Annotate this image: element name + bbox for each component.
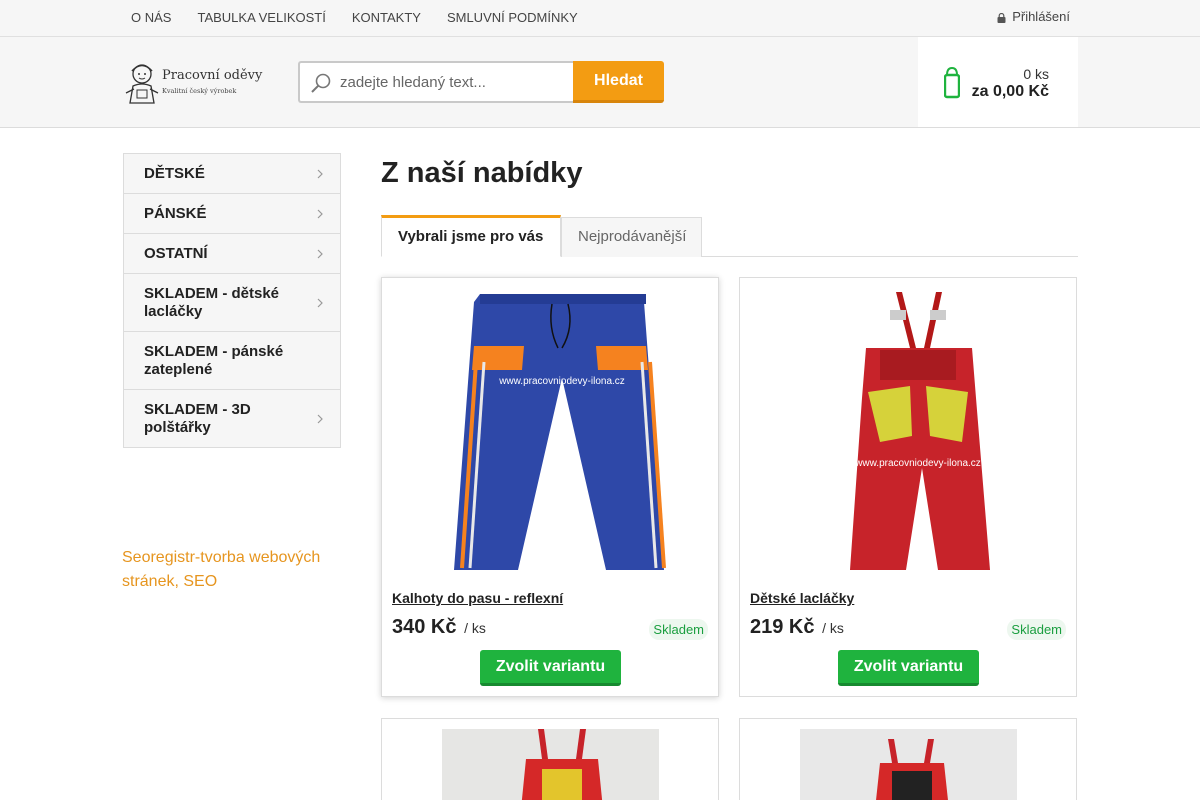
sidebar-item-label: SKLADEM - pánské zateplené (144, 343, 284, 378)
cart-widget[interactable]: 0 ks za 0,00 Kč (918, 37, 1078, 127)
cart-total: za 0,00 Kč (971, 83, 1049, 100)
login-label: Přihlášení (1012, 9, 1070, 24)
product-image-overalls-dark[interactable] (800, 729, 1017, 800)
page-title: Z naší nabídky (381, 157, 583, 189)
sidebar-item-ostatni[interactable]: OSTATNÍ (124, 234, 340, 274)
sidebar-item-label: SKLADEM - 3D polštářky (144, 401, 251, 436)
sidebar-item-skladem-panske-zateplene[interactable]: SKLADEM - pánské zateplené (124, 332, 340, 390)
stock-badge: Skladem (1007, 619, 1066, 640)
product-image-work-trousers[interactable]: www.pracovniodevy-ilona.cz (392, 288, 708, 580)
top-navigation: O NÁS TABULKA VELIKOSTÍ KONTAKTY SMLUVNÍ… (118, 0, 591, 36)
chevron-right-icon (317, 169, 323, 178)
search-button[interactable]: Hledat (573, 61, 664, 103)
chevron-right-icon (317, 298, 323, 307)
nav-link-smluvni-podminky[interactable]: SMLUVNÍ PODMÍNKY (434, 0, 591, 36)
search-input[interactable] (340, 63, 568, 101)
choose-variant-button[interactable]: Zvolit variantu (838, 650, 979, 686)
top-bar: O NÁS TABULKA VELIKOSTÍ KONTAKTY SMLUVNÍ… (0, 0, 1200, 37)
watermark-text: www.pracovniodevy-ilona.cz (854, 458, 981, 469)
sidebar-item-detske[interactable]: DĚTSKÉ (124, 154, 340, 194)
sidebar-item-skladem-3d-polstarky[interactable]: SKLADEM - 3D polštářky (124, 390, 340, 447)
lock-icon (997, 12, 1006, 23)
choose-variant-button[interactable]: Zvolit variantu (480, 650, 621, 686)
logo-mascot-icon (125, 64, 159, 104)
nav-link-kontakty[interactable]: KONTAKTY (339, 0, 434, 36)
tab-nejprodavanejsi[interactable]: Nejprodávanější (561, 217, 702, 257)
price-value: 340 Kč (392, 616, 457, 638)
nav-link-tabulka-velikosti[interactable]: TABULKA VELIKOSTÍ (184, 0, 338, 36)
sidebar-item-label: DĚTSKÉ (144, 165, 205, 182)
product-image-overalls-yellow[interactable] (442, 729, 659, 800)
product-card[interactable]: www.pracovniodevy-ilona.cz Kalhoty do pa… (381, 277, 719, 697)
seoregistr-link[interactable]: Seoregistr-tvorba webových stránek, SEO (122, 546, 352, 594)
chevron-right-icon (317, 414, 323, 423)
site-header: Pracovní oděvy Kvalitní český výrobek Hl… (0, 37, 1200, 128)
watermark-text: www.pracovniodevy-ilona.cz (498, 376, 625, 387)
product-image-kids-overalls[interactable]: www.pracovniodevy-ilona.cz (750, 288, 1066, 580)
login-link[interactable]: Přihlášení (997, 0, 1070, 33)
chevron-right-icon (317, 249, 323, 258)
logo-tagline: Kvalitní český výrobek (162, 87, 237, 95)
search-icon (311, 73, 331, 93)
product-name-link[interactable]: Kalhoty do pasu - reflexní (392, 590, 563, 606)
product-price: 219 Kč / ks (750, 616, 844, 639)
cart-icon (944, 66, 960, 99)
sidebar-item-skladem-detske-laclacky[interactable]: SKLADEM - dětské lacláčky (124, 274, 340, 332)
search-box (298, 61, 574, 103)
cart-quantity: 0 ks (1023, 66, 1049, 82)
product-card[interactable] (739, 718, 1077, 800)
sidebar-item-label: PÁNSKÉ (144, 205, 207, 222)
tab-vybrali-jsme-pro-vas[interactable]: Vybrali jsme pro vás (381, 215, 561, 257)
price-unit: / ks (464, 620, 486, 636)
nav-link-o-nas[interactable]: O NÁS (118, 0, 184, 36)
sidebar-item-panske[interactable]: PÁNSKÉ (124, 194, 340, 234)
product-card[interactable] (381, 718, 719, 800)
stock-badge: Skladem (649, 619, 708, 640)
logo-name: Pracovní oděvy (162, 68, 263, 83)
sidebar-item-label: OSTATNÍ (144, 245, 208, 262)
site-logo[interactable]: Pracovní oděvy Kvalitní český výrobek (122, 59, 262, 107)
sidebar-item-label: SKLADEM - dětské lacláčky (144, 285, 280, 320)
price-value: 219 Kč (750, 616, 815, 638)
price-unit: / ks (822, 620, 844, 636)
product-price: 340 Kč / ks (392, 616, 486, 639)
product-name-link[interactable]: Dětské lacláčky (750, 590, 854, 606)
chevron-right-icon (317, 209, 323, 218)
product-card[interactable]: www.pracovniodevy-ilona.cz Dětské lacláč… (739, 277, 1077, 697)
product-tabs: Vybrali jsme pro vás Nejprodávanější (381, 215, 1078, 257)
category-menu: DĚTSKÉ PÁNSKÉ OSTATNÍ SKLADEM - dětské l… (123, 153, 341, 448)
